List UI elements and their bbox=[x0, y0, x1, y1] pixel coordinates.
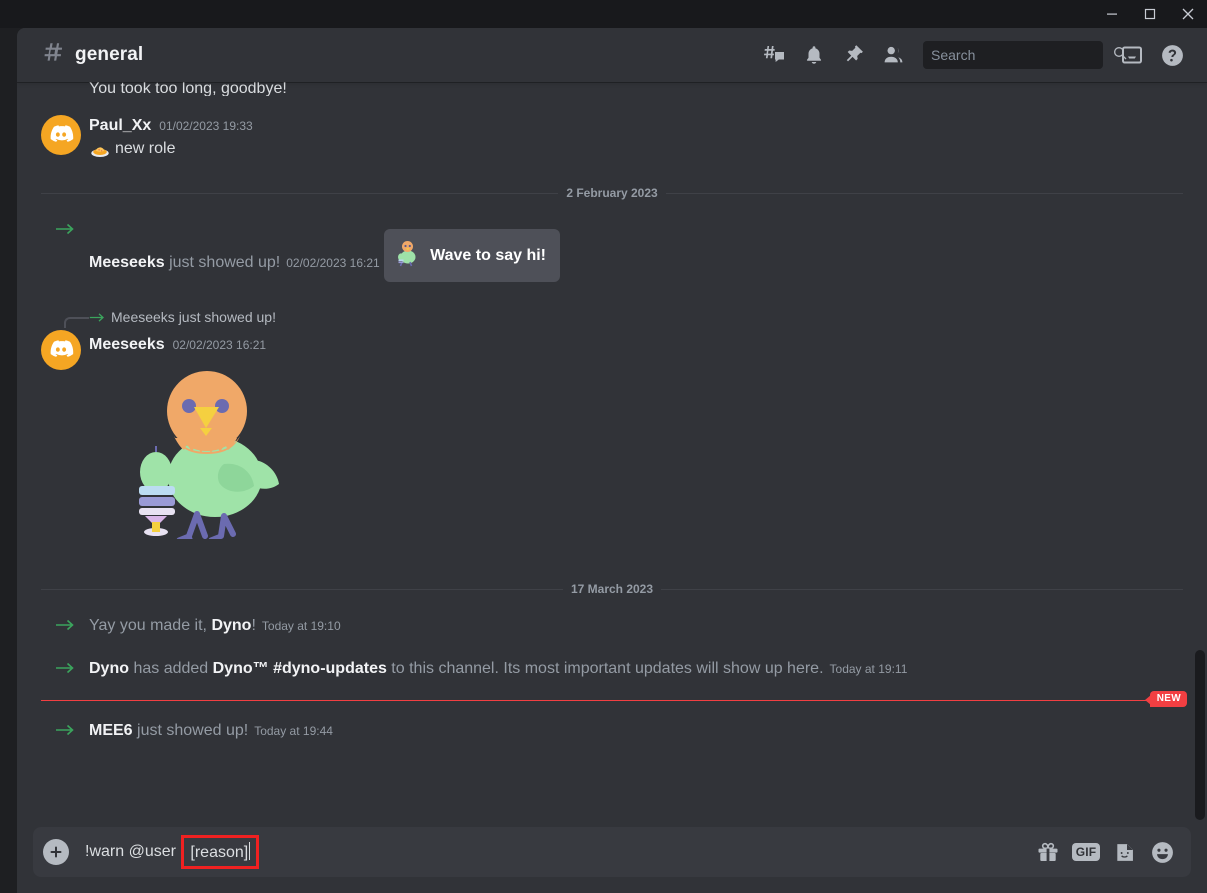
message-paul: Paul_Xx 01/02/2023 19:33 new role bbox=[17, 113, 1207, 162]
messages-scroller[interactable]: You took too long, goodbye! Paul_Xx 01/0… bbox=[17, 82, 1207, 838]
composer-highlighted-text: [reason] bbox=[190, 844, 249, 861]
composer-icons: GIF bbox=[1025, 837, 1177, 867]
window-minimize-button[interactable] bbox=[1093, 0, 1131, 28]
curry-rice-emoji bbox=[89, 138, 111, 160]
new-messages-divider: NEW bbox=[41, 691, 1187, 707]
window-close-button[interactable] bbox=[1169, 0, 1207, 28]
window-maximize-button[interactable] bbox=[1131, 0, 1169, 28]
dyno-welcome-timestamp: Today at 19:10 bbox=[261, 619, 341, 633]
mee6-author[interactable]: MEE6 bbox=[89, 722, 133, 739]
reply-arrow-icon bbox=[89, 311, 105, 324]
composer-text-before: !warn @user bbox=[85, 843, 181, 860]
divider-label: 2 February 2023 bbox=[566, 186, 658, 200]
join-arrow-icon bbox=[55, 722, 75, 745]
date-divider-february: 2 February 2023 bbox=[41, 186, 1184, 200]
channel-name: general bbox=[75, 44, 144, 65]
avatar[interactable] bbox=[41, 330, 81, 370]
message-body: new role bbox=[89, 138, 1159, 160]
wave-to-say-hi-button[interactable]: Wave to say hi! bbox=[384, 229, 561, 282]
threads-icon[interactable] bbox=[757, 38, 791, 72]
join-text: just showed up! bbox=[164, 254, 281, 271]
message-header: Meeseeks 02/02/2023 16:21 bbox=[89, 334, 1159, 356]
scrollbar-thumb[interactable] bbox=[1195, 650, 1205, 820]
help-icon[interactable] bbox=[1155, 38, 1189, 72]
search-box[interactable] bbox=[923, 41, 1127, 69]
join-arrow-icon bbox=[55, 617, 75, 640]
inbox-icon[interactable] bbox=[1115, 38, 1149, 72]
mee6-text: just showed up! bbox=[132, 722, 249, 739]
message-input-bar[interactable]: !warn @user [reason] GIF bbox=[33, 827, 1191, 877]
message-timestamp: 01/02/2023 19:33 bbox=[159, 119, 253, 133]
gif-icon[interactable]: GIF bbox=[1071, 837, 1101, 867]
gift-icon[interactable] bbox=[1033, 837, 1063, 867]
message-header: Paul_Xx 01/02/2023 19:33 bbox=[89, 115, 1159, 137]
system-message-dyno-added: Dyno has added Dyno™ #dyno-updates to th… bbox=[17, 656, 1207, 682]
pin-icon[interactable] bbox=[837, 38, 871, 72]
add-attachment-button[interactable] bbox=[43, 839, 69, 865]
search-input[interactable] bbox=[931, 47, 1112, 63]
message-input[interactable]: !warn @user [reason] bbox=[85, 835, 1025, 869]
message-composer-area: !warn @user [reason] GIF bbox=[17, 821, 1207, 893]
system-message-meeseeks-join: Meeseeks just showed up! 02/02/2023 16:21 bbox=[17, 217, 1207, 284]
date-divider-march: 17 March 2023 bbox=[41, 582, 1183, 596]
reply-spine bbox=[64, 317, 89, 328]
channel-header: general bbox=[17, 28, 1207, 82]
members-icon[interactable] bbox=[877, 38, 911, 72]
hash-icon bbox=[39, 40, 65, 71]
bell-icon[interactable] bbox=[797, 38, 831, 72]
dyno-added-mid1: has added bbox=[129, 660, 213, 677]
message-author[interactable]: Paul_Xx bbox=[89, 115, 151, 137]
join-timestamp: 02/02/2023 16:21 bbox=[286, 256, 380, 270]
gif-label: GIF bbox=[1071, 843, 1101, 861]
system-message-dyno-welcome: Yay you made it, Dyno! Today at 19:10 bbox=[17, 613, 1207, 639]
divider-line-left bbox=[41, 192, 559, 194]
cutoff-message-text: You took too long, goodbye! bbox=[89, 82, 287, 96]
join-arrow-icon bbox=[55, 221, 75, 244]
reply-reference[interactable]: Meeseeks just showed up! bbox=[17, 306, 1159, 328]
reply-reference-text: Meeseeks just showed up! bbox=[111, 309, 276, 325]
message-timestamp: 02/02/2023 16:21 bbox=[172, 338, 267, 352]
text-caret bbox=[249, 842, 251, 860]
scrollbar-track[interactable] bbox=[1191, 82, 1207, 838]
dyno-added-target[interactable]: Dyno™ #dyno-updates bbox=[213, 660, 387, 677]
mee6-timestamp: Today at 19:44 bbox=[254, 724, 333, 738]
divider-label: 17 March 2023 bbox=[570, 582, 654, 596]
window-title-bar bbox=[0, 0, 1207, 28]
bird-with-cake-sticker[interactable] bbox=[129, 364, 1159, 545]
system-message-mee6-join: MEE6 just showed up! Today at 19:44 bbox=[17, 718, 1207, 744]
dyno-added-timestamp: Today at 19:11 bbox=[829, 662, 908, 676]
message-text: new role bbox=[115, 140, 176, 157]
new-badge: NEW bbox=[1144, 691, 1187, 707]
avatar[interactable] bbox=[41, 115, 81, 155]
sticker-icon[interactable] bbox=[1109, 837, 1139, 867]
discord-app-window: general Search You took too long, goodby… bbox=[17, 28, 1207, 893]
reason-highlight-box: [reason] bbox=[181, 835, 260, 869]
emoji-icon[interactable] bbox=[1147, 837, 1177, 867]
wave-bird-icon bbox=[394, 237, 420, 274]
message-author[interactable]: Meeseeks bbox=[89, 334, 165, 356]
divider-line-right bbox=[665, 192, 1184, 194]
dyno-welcome-name[interactable]: Dyno bbox=[211, 617, 251, 634]
join-author[interactable]: Meeseeks bbox=[89, 254, 165, 271]
divider-line-right bbox=[661, 588, 1183, 590]
dyno-added-actor[interactable]: Dyno bbox=[89, 660, 129, 677]
divider-line-left bbox=[41, 588, 563, 590]
dyno-welcome-prefix: Yay you made it, bbox=[89, 617, 212, 634]
join-arrow-icon bbox=[55, 660, 75, 683]
dyno-added-mid2: to this channel. Its most important upda… bbox=[386, 660, 824, 677]
messages-list: You took too long, goodbye! Paul_Xx 01/0… bbox=[17, 82, 1207, 752]
dyno-welcome-suffix: ! bbox=[251, 617, 256, 634]
wave-button-label: Wave to say hi! bbox=[430, 246, 547, 264]
message-meeseeks-sticker: Meeseeks just showed up! Meeseeks 02/02/… bbox=[17, 306, 1207, 546]
